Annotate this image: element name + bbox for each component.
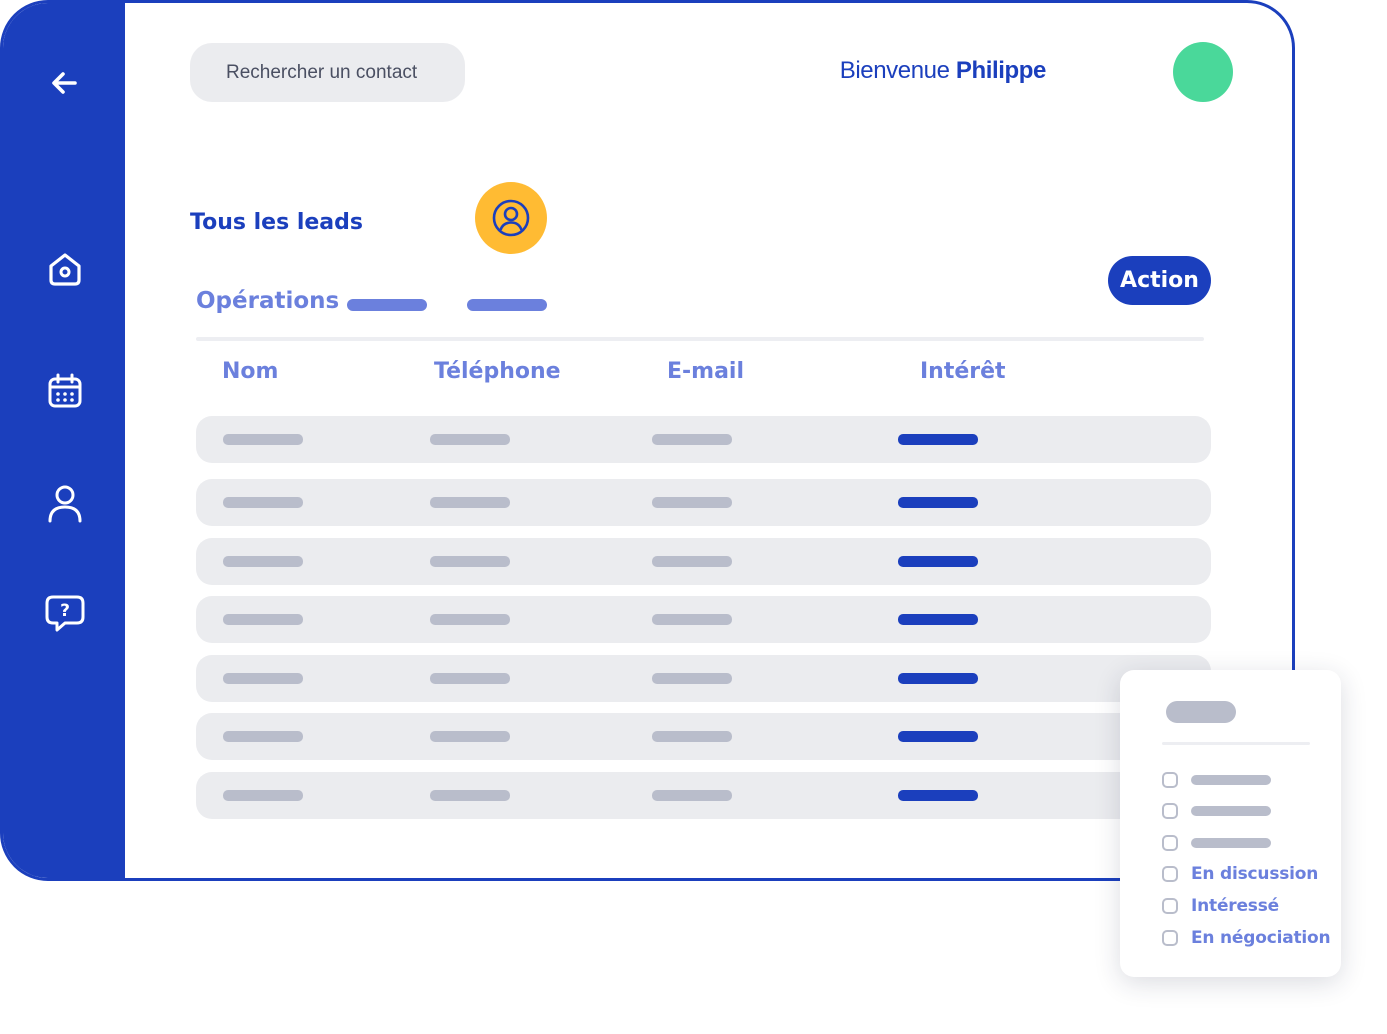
avatar[interactable] xyxy=(1173,42,1233,102)
cell-interest xyxy=(898,731,978,742)
search-input[interactable] xyxy=(190,43,465,102)
cell-phone xyxy=(430,790,510,801)
popup-divider xyxy=(1162,742,1310,745)
checkbox[interactable] xyxy=(1162,835,1178,851)
cell-email xyxy=(652,497,732,508)
cell-interest xyxy=(898,434,978,445)
cell-email xyxy=(652,731,732,742)
table-row[interactable] xyxy=(196,596,1211,643)
option-label: Intéressé xyxy=(1191,896,1279,916)
cell-email xyxy=(652,790,732,801)
welcome-message: Bienvenue Philippe xyxy=(839,57,1047,85)
help-chat-icon: ? xyxy=(45,595,85,632)
table-row[interactable] xyxy=(196,655,1211,702)
user-name: Philippe xyxy=(955,57,1047,84)
checkbox[interactable] xyxy=(1162,930,1178,946)
cell-phone xyxy=(430,556,510,567)
sidebar-item-help[interactable]: ? xyxy=(33,587,97,639)
cell-email xyxy=(652,556,732,567)
cell-phone xyxy=(430,497,510,508)
cell-email xyxy=(652,614,732,625)
column-header-phone[interactable]: Téléphone xyxy=(434,359,561,384)
app-window: ? Bienvenue Philippe Tous les leads Opér… xyxy=(0,0,1295,881)
cell-email xyxy=(652,434,732,445)
table-row[interactable] xyxy=(196,713,1211,760)
sidebar-item-calendar[interactable] xyxy=(33,365,97,417)
cell-name xyxy=(223,673,303,684)
filter-option[interactable] xyxy=(1162,768,1271,792)
table-row[interactable] xyxy=(196,416,1211,463)
cell-name xyxy=(223,556,303,567)
lead-profile-button[interactable] xyxy=(475,182,547,254)
action-button[interactable]: Action xyxy=(1108,256,1211,305)
cell-name xyxy=(223,790,303,801)
table-row[interactable] xyxy=(196,772,1211,819)
cell-name xyxy=(223,434,303,445)
popup-title-placeholder xyxy=(1166,701,1236,723)
tab-placeholder-1[interactable] xyxy=(347,299,427,311)
option-label: En négociation xyxy=(1191,928,1331,948)
table-row[interactable] xyxy=(196,538,1211,585)
cell-phone xyxy=(430,614,510,625)
cell-interest xyxy=(898,673,978,684)
checkbox[interactable] xyxy=(1162,898,1178,914)
option-placeholder xyxy=(1191,806,1271,816)
page-title: Tous les leads xyxy=(190,210,363,235)
user-circle-icon xyxy=(492,199,530,237)
option-label: En discussion xyxy=(1191,864,1319,884)
sidebar-item-home[interactable] xyxy=(33,243,97,295)
cell-name xyxy=(223,497,303,508)
column-header-email[interactable]: E-mail xyxy=(667,359,744,384)
sidebar-item-contacts[interactable] xyxy=(33,477,97,529)
column-header-interest[interactable]: Intérêt xyxy=(920,359,1006,384)
cell-phone xyxy=(430,434,510,445)
filter-popup: En discussion Intéressé En négociation xyxy=(1120,670,1341,977)
checkbox[interactable] xyxy=(1162,866,1178,882)
cell-name xyxy=(223,731,303,742)
table-row[interactable] xyxy=(196,479,1211,526)
filter-option-en-negociation[interactable]: En négociation xyxy=(1162,926,1331,950)
divider xyxy=(196,337,1204,341)
tab-placeholder-2[interactable] xyxy=(467,299,547,311)
checkbox[interactable] xyxy=(1162,803,1178,819)
cell-interest xyxy=(898,497,978,508)
filter-option[interactable] xyxy=(1162,831,1271,855)
cell-email xyxy=(652,673,732,684)
cell-interest xyxy=(898,790,978,801)
cell-interest xyxy=(898,614,978,625)
arrow-left-icon xyxy=(52,72,77,94)
cell-phone xyxy=(430,673,510,684)
calendar-icon xyxy=(48,373,82,408)
column-header-name[interactable]: Nom xyxy=(222,359,278,384)
sidebar: ? xyxy=(3,3,125,878)
back-button[interactable] xyxy=(33,57,97,109)
option-placeholder xyxy=(1191,838,1271,848)
svg-text:?: ? xyxy=(60,601,70,621)
checkbox[interactable] xyxy=(1162,772,1178,788)
filter-option[interactable] xyxy=(1162,799,1271,823)
welcome-prefix: Bienvenue xyxy=(839,57,950,84)
option-placeholder xyxy=(1191,775,1271,785)
filter-option-en-discussion[interactable]: En discussion xyxy=(1162,862,1318,886)
cell-name xyxy=(223,614,303,625)
user-icon xyxy=(48,485,82,523)
cell-phone xyxy=(430,731,510,742)
cell-interest xyxy=(898,556,978,567)
home-icon xyxy=(49,253,81,286)
tab-operations[interactable]: Opérations xyxy=(196,288,339,314)
filter-option-interesse[interactable]: Intéressé xyxy=(1162,894,1279,918)
